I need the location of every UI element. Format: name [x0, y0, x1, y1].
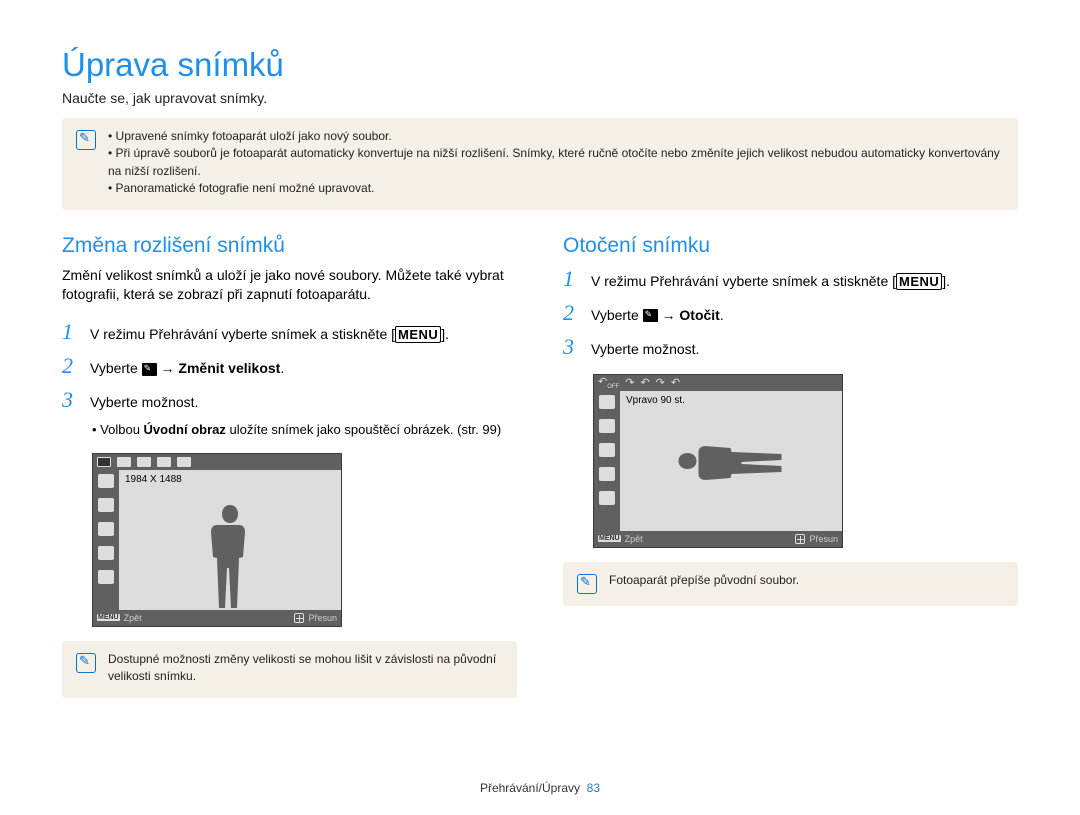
side-icon [98, 474, 114, 488]
top-note-box: Upravené snímky fotoaparát uloží jako no… [62, 118, 1018, 210]
step-bold: Otočit [679, 307, 719, 323]
side-icon [98, 522, 114, 536]
step-number: 3 [62, 387, 80, 413]
step-text: . [280, 360, 284, 376]
nav-mini-icon [294, 613, 304, 623]
top-note-list: Upravené snímky fotoaparát uloží jako no… [108, 128, 1004, 198]
edit-icon [142, 363, 157, 376]
screen-canvas: Vpravo 90 st. [620, 391, 842, 531]
screen-move-label: Přesun [308, 613, 337, 623]
screen-top-bar: ↶OFF ↷ ↶ ↷ ↶ [594, 375, 842, 391]
step-2: 2 Vyberte → Změnit velikost. [62, 353, 517, 379]
screen-move-label: Přesun [809, 534, 838, 544]
step-text: Vyberte možnost. [591, 336, 699, 360]
step-1: 1 V režimu Přehrávání vyberte snímek a s… [62, 319, 517, 345]
person-silhouette [205, 505, 255, 610]
screen-bottom-bar: MENU Zpět Přesun [93, 610, 341, 626]
right-column: Otočení snímku 1 V režimu Přehrávání vyb… [563, 234, 1018, 722]
rotate-right-icon: ↷ [656, 376, 665, 389]
menu-badge: MENU [896, 273, 942, 291]
screen-back-label: Zpět [124, 613, 142, 623]
left-column: Změna rozlišení snímků Změní velikost sn… [62, 234, 517, 722]
resolution-icon [157, 457, 171, 467]
resolution-icon [137, 457, 151, 467]
top-note-item: Upravené snímky fotoaparát uloží jako no… [108, 128, 1004, 145]
right-note-box: Fotoaparát přepíše původní soubor. [563, 562, 1018, 606]
rotate-left-icon: ↶ [640, 376, 649, 389]
step-2: 2 Vyberte → Otočit. [563, 300, 1018, 326]
page-subtitle: Naučte se, jak upravovat snímky. [62, 90, 1018, 106]
side-icon [599, 467, 615, 481]
step-number: 1 [563, 266, 581, 292]
screen-back-label: Zpět [625, 534, 643, 544]
step-number: 2 [563, 300, 581, 326]
screen-bottom-bar: MENU Zpět Přesun [594, 531, 842, 547]
step-number: 2 [62, 353, 80, 379]
top-note-item: Při úpravě souborů je fotoaparát automat… [108, 145, 1004, 180]
camera-screen-resize: 1984 X 1488 MENU Zpět Přesun [92, 453, 342, 627]
camera-screen-rotate: ↶OFF ↷ ↶ ↷ ↶ Vpravo 90 st. [593, 374, 843, 548]
side-icon [599, 443, 615, 457]
step-text: Vyberte [591, 307, 643, 323]
person-silhouette-rotated [679, 436, 784, 486]
note-icon [76, 130, 96, 150]
note-icon [76, 653, 96, 673]
footer-section: Přehrávání/Úpravy [480, 781, 580, 795]
screen-rotate-label: Vpravo 90 st. [626, 395, 685, 406]
screen-side-bar [594, 391, 620, 531]
rotate-left-icon: ↶ [671, 376, 680, 389]
rotate-right-icon: ↷ [625, 376, 634, 389]
side-icon [599, 419, 615, 433]
screen-side-bar [93, 470, 119, 610]
step-number: 1 [62, 319, 80, 345]
menu-mini-icon: MENU [598, 535, 621, 542]
page-title: Úprava snímků [62, 46, 1018, 84]
top-note-item: Panoramatické fotografie není možné upra… [108, 180, 1004, 197]
note-icon [577, 574, 597, 594]
step-text: ]. [441, 326, 449, 342]
step-text: Vyberte [90, 360, 142, 376]
side-icon [599, 395, 615, 409]
step-3: 3 Vyberte možnost. [62, 387, 517, 413]
screen-canvas: 1984 X 1488 [119, 470, 341, 610]
edit-icon [643, 309, 658, 322]
step-text: ]. [942, 273, 950, 289]
menu-badge: MENU [395, 326, 441, 344]
section-title-resize: Změna rozlišení snímků [62, 234, 517, 258]
side-icon [98, 570, 114, 584]
resolution-icon [177, 457, 191, 467]
rotate-off-icon: ↶OFF [598, 375, 619, 390]
screen-top-bar [93, 454, 341, 470]
nav-mini-icon [795, 534, 805, 544]
resolution-icon [117, 457, 131, 467]
resolution-icon [97, 457, 111, 467]
screen-resolution-label: 1984 X 1488 [125, 474, 182, 485]
section-desc-resize: Změní velikost snímků a uloží je jako no… [62, 266, 517, 305]
step-text: Vyberte možnost. [90, 389, 198, 413]
right-note-text: Fotoaparát přepíše původní soubor. [609, 572, 799, 589]
menu-mini-icon: MENU [97, 614, 120, 621]
step-1: 1 V režimu Přehrávání vyberte snímek a s… [563, 266, 1018, 292]
step-text: . [720, 307, 724, 323]
left-note-text: Dostupné možnosti změny velikosti se moh… [108, 651, 503, 686]
step-text: V režimu Přehrávání vyberte snímek a sti… [90, 326, 395, 342]
section-title-rotate: Otočení snímku [563, 234, 1018, 258]
sub-bullet: Volbou Úvodní obraz uložíte snímek jako … [92, 421, 517, 439]
left-note-box: Dostupné možnosti změny velikosti se moh… [62, 641, 517, 698]
step-3: 3 Vyberte možnost. [563, 334, 1018, 360]
footer-page-number: 83 [587, 781, 600, 795]
page-footer: Přehrávání/Úpravy 83 [0, 781, 1080, 795]
side-icon [98, 498, 114, 512]
step-bold: Změnit velikost [178, 360, 280, 376]
step-text: V režimu Přehrávání vyberte snímek a sti… [591, 273, 896, 289]
step-number: 3 [563, 334, 581, 360]
side-icon [98, 546, 114, 560]
side-icon [599, 491, 615, 505]
